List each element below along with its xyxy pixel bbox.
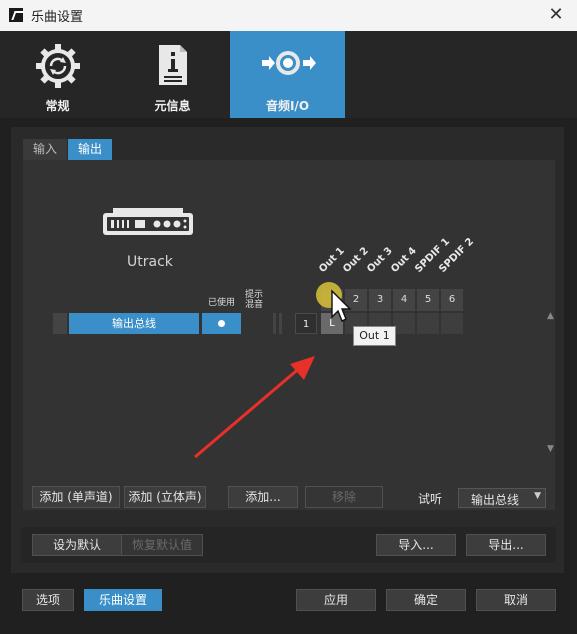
reset-default-button[interactable]: 恢复默认值 [121,534,203,556]
audition-select-value: 输出总线 [471,493,520,507]
channel-number-4: 4 [393,289,415,311]
window-title: 乐曲设置 [31,10,84,25]
device-name: Utrack [127,254,173,270]
add-stereo-button[interactable]: 添加 (立体声) [124,486,206,508]
add-mono-button[interactable]: 添加 (单声道) [32,486,120,508]
category-bar: 常规 元信息 音频I/O [0,31,577,118]
bus-drag-handle[interactable] [53,313,67,334]
scroll-up-arrow-icon[interactable]: ▲ [547,311,554,321]
routing-cell-out5[interactable] [417,313,439,334]
document-info-icon [115,43,230,87]
cue-mix-label-text: 提示 混音 [244,290,263,310]
bus-cue-mix-slot-a[interactable] [273,313,276,334]
tooltip: Out 1 [353,326,396,346]
output-label-1: Out 1 [317,245,347,275]
tab-general[interactable]: 常规 [0,31,115,118]
audition-label: 试听 [418,492,443,506]
output-label-3: Out 3 [365,245,395,275]
app-icon [9,8,23,22]
gear-icon [0,43,115,88]
audio-io-icon [230,43,345,87]
used-column-label: 已使用 [208,298,236,308]
tab-input[interactable]: 输入 [23,139,68,160]
ok-button[interactable]: 确定 [386,589,466,611]
bus-used-toggle[interactable] [202,313,241,334]
cue-mix-column-label: 提示 混音 [242,290,266,310]
scroll-down-arrow-icon[interactable]: ▼ [547,444,554,454]
close-button[interactable]: ✕ [545,4,567,26]
routing-cell-out6[interactable] [441,313,463,334]
bus-name[interactable]: 输出总线 [69,313,199,334]
set-default-button[interactable]: 设为默认 [32,534,122,556]
chevron-down-icon: ▼ [534,491,541,501]
cursor-highlight-icon [316,282,352,322]
audio-interface-icon [101,206,195,240]
import-button[interactable]: 导入... [376,534,456,556]
tab-audio-io-label: 音频I/O [265,99,310,113]
bus-cue-mix-slot-b[interactable] [279,313,282,334]
tab-meta-info[interactable]: 元信息 [115,31,230,118]
title-bar: 乐曲设置 ✕ [0,0,577,31]
output-label-4: Out 4 [389,245,419,275]
song-settings-window: 乐曲设置 ✕ 常规 元信息 音频I/O 输入 输出 Utrack 已使用 提示 … [0,0,577,634]
cancel-button[interactable]: 取消 [476,589,556,611]
tab-output[interactable]: 输出 [68,139,113,160]
song-settings-button[interactable]: 乐曲设置 [84,589,162,611]
routing-cell-out4[interactable] [393,313,415,334]
channel-number-5: 5 [417,289,439,311]
output-label-2: Out 2 [341,245,371,275]
tab-general-label: 常规 [45,99,70,113]
annotation-arrow-icon [194,356,315,459]
tab-audio-io[interactable]: 音频I/O [230,31,345,118]
remove-button[interactable]: 移除 [305,486,383,508]
channel-number-6: 6 [441,289,463,311]
add-button[interactable]: 添加... [228,486,298,508]
audition-select[interactable]: 输出总线 ▼ [458,488,546,508]
options-button[interactable]: 选项 [22,589,74,611]
channel-number-3: 3 [369,289,391,311]
apply-button[interactable]: 应用 [296,589,376,611]
tab-meta-info-label: 元信息 [154,99,191,113]
export-button[interactable]: 导出... [466,534,546,556]
